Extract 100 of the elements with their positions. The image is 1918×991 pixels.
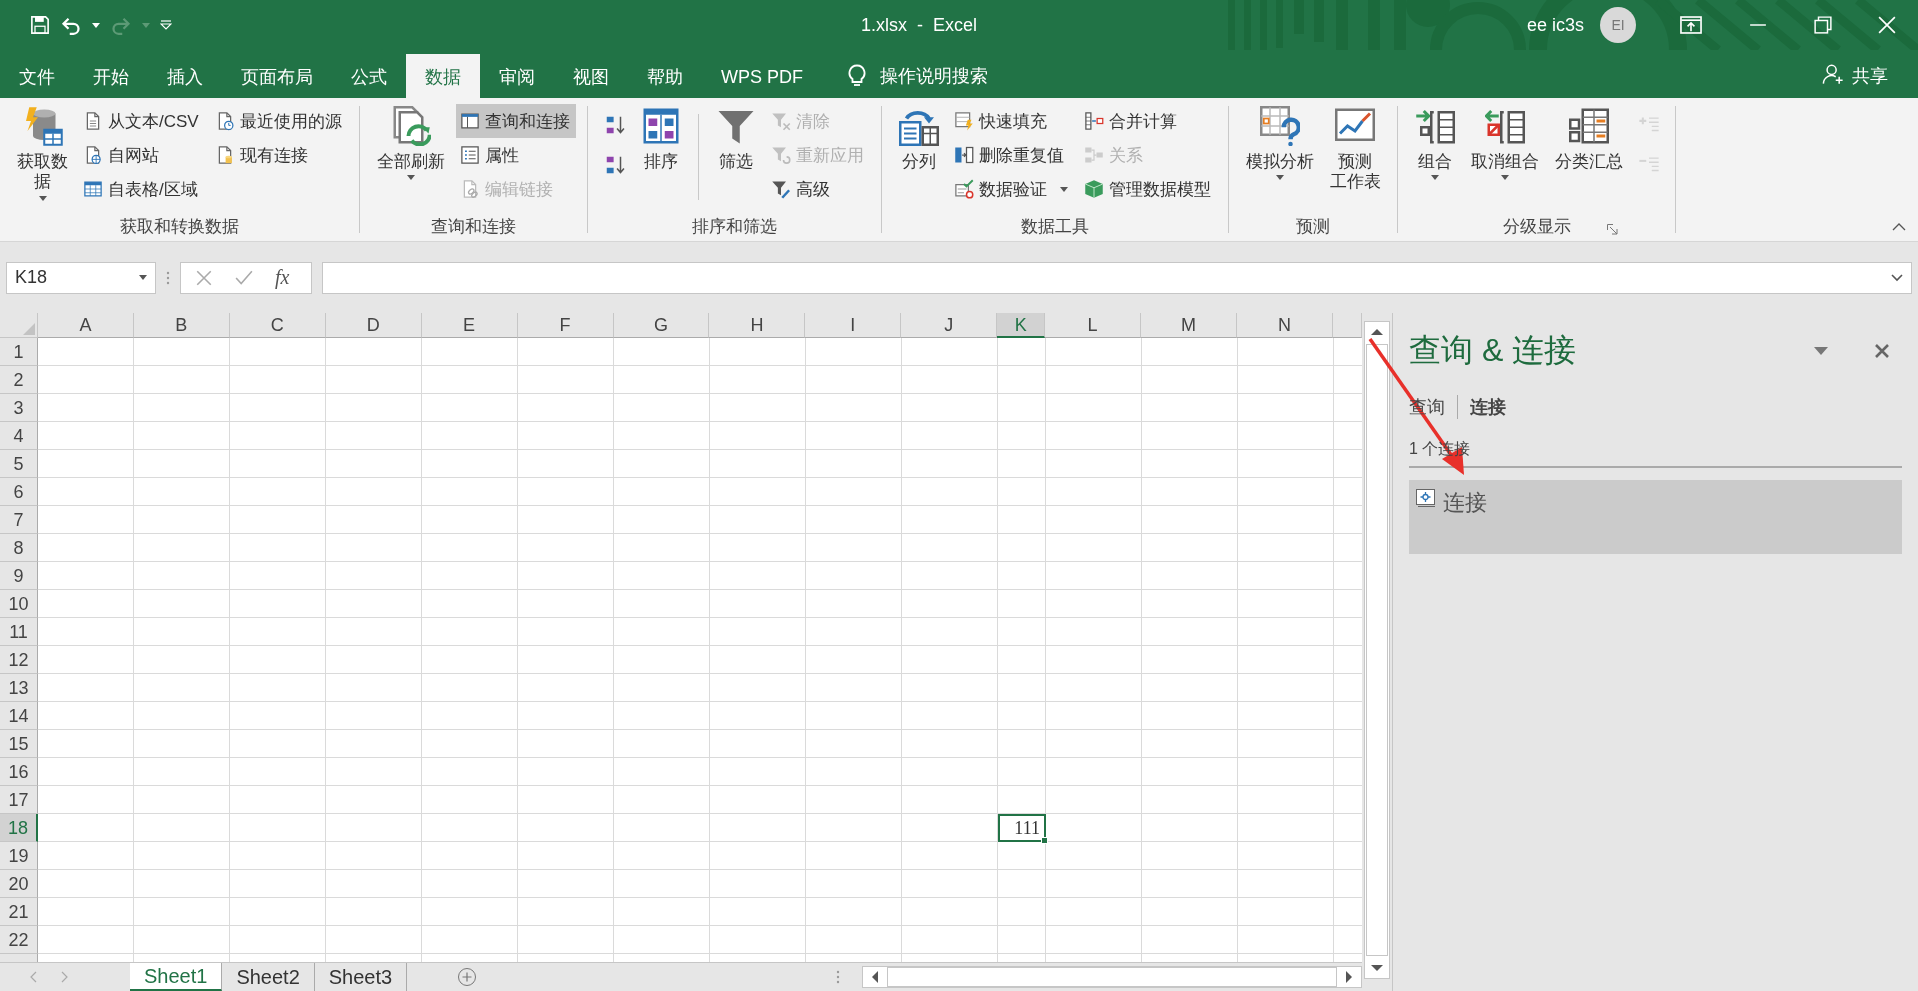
insert-function-button[interactable]: fx bbox=[275, 266, 290, 289]
row-header[interactable]: 2 bbox=[0, 366, 38, 394]
lightbulb-icon[interactable] bbox=[848, 64, 866, 88]
ribbon-button[interactable]: 全部刷新 bbox=[371, 104, 450, 183]
column-header[interactable]: B bbox=[133, 313, 230, 338]
row-header[interactable]: 7 bbox=[0, 506, 38, 534]
ribbon-button[interactable]: 获取数 据 bbox=[12, 104, 73, 203]
row-header[interactable]: 21 bbox=[0, 898, 38, 926]
ribbon-button[interactable]: 组合 bbox=[1409, 104, 1460, 183]
ribbon-tab[interactable]: 帮助 bbox=[628, 50, 702, 98]
scroll-right-icon[interactable] bbox=[1345, 971, 1353, 983]
column-header[interactable]: J bbox=[901, 313, 998, 338]
column-header[interactable]: I bbox=[805, 313, 902, 338]
ribbon-button[interactable]: 快速填充 bbox=[949, 104, 1074, 138]
ribbon-button[interactable]: 排序 bbox=[635, 104, 686, 175]
ribbon-button[interactable]: 查询和连接 bbox=[455, 104, 576, 138]
add-sheet-icon[interactable] bbox=[457, 967, 478, 987]
column-header[interactable]: K bbox=[997, 313, 1046, 338]
ribbon-button[interactable]: 自表格/区域 bbox=[79, 172, 205, 206]
ribbon-button[interactable]: 分类汇总 bbox=[1549, 104, 1628, 175]
row-header[interactable]: 4 bbox=[0, 422, 38, 450]
ribbon-tab[interactable]: 数据 bbox=[406, 54, 480, 98]
ribbon-tab[interactable]: 视图 bbox=[554, 50, 628, 98]
undo-icon[interactable] bbox=[60, 15, 82, 35]
row-header[interactable]: 10 bbox=[0, 590, 38, 618]
share-button[interactable]: 共享 bbox=[1852, 60, 1888, 88]
column-header[interactable]: C bbox=[229, 313, 326, 338]
enter-check-icon[interactable] bbox=[235, 268, 253, 287]
horizontal-scrollbar[interactable] bbox=[862, 966, 1362, 988]
connection-item[interactable]: 连接 bbox=[1409, 480, 1902, 554]
row-header[interactable]: 9 bbox=[0, 562, 38, 590]
ribbon-button[interactable]: 自网站 bbox=[79, 138, 205, 172]
scroll-up-icon[interactable] bbox=[1371, 328, 1383, 336]
row-header[interactable]: 13 bbox=[0, 674, 38, 702]
ribbon-button[interactable]: 分列 bbox=[893, 104, 944, 175]
column-header[interactable]: L bbox=[1045, 313, 1142, 338]
ribbon-display-options-icon[interactable] bbox=[1680, 16, 1702, 34]
ribbon-button[interactable]: 高级 bbox=[766, 172, 870, 206]
row-header[interactable]: 12 bbox=[0, 646, 38, 674]
column-header[interactable]: D bbox=[325, 313, 422, 338]
ribbon-tab[interactable]: 页面布局 bbox=[222, 50, 332, 98]
drag-handle-icon[interactable] bbox=[166, 270, 170, 285]
row-header[interactable]: 19 bbox=[0, 842, 38, 870]
row-header[interactable]: 11 bbox=[0, 618, 38, 646]
column-header[interactable]: E bbox=[421, 313, 518, 338]
sheet-tab[interactable]: Sheet1 bbox=[130, 963, 223, 991]
pane-tab[interactable]: 连接 bbox=[1470, 395, 1506, 419]
row-header[interactable]: 6 bbox=[0, 478, 38, 506]
row-header[interactable]: 15 bbox=[0, 730, 38, 758]
column-header[interactable]: N bbox=[1237, 313, 1333, 338]
ribbon-button[interactable]: 合并计算 bbox=[1079, 104, 1217, 138]
formula-input[interactable] bbox=[322, 261, 1912, 294]
ribbon-button[interactable]: 模拟分析 bbox=[1240, 104, 1319, 183]
column-header[interactable]: M bbox=[1141, 313, 1237, 338]
pane-options-icon[interactable] bbox=[1814, 347, 1828, 355]
save-icon[interactable] bbox=[30, 15, 50, 35]
sheet-tab[interactable]: Sheet2 bbox=[222, 963, 315, 991]
ribbon-button[interactable]: 管理数据模型 bbox=[1079, 172, 1217, 206]
row-header[interactable]: 20 bbox=[0, 870, 38, 898]
person-add-icon[interactable] bbox=[1822, 63, 1844, 85]
ribbon-tab[interactable]: 文件 bbox=[0, 50, 74, 98]
vertical-scrollbar[interactable] bbox=[1364, 321, 1390, 979]
row-header[interactable]: 22 bbox=[0, 926, 38, 954]
sheet-tab[interactable]: Sheet3 bbox=[314, 963, 408, 991]
ribbon-button[interactable]: 数据验证 bbox=[949, 172, 1074, 206]
ribbon-button[interactable]: 取消组合 bbox=[1465, 104, 1544, 183]
restore-icon[interactable] bbox=[1814, 16, 1832, 34]
column-header[interactable]: A bbox=[37, 313, 134, 338]
dialog-launcher-icon[interactable] bbox=[1607, 224, 1619, 235]
row-header[interactable]: 1 bbox=[0, 338, 38, 366]
ribbon-button[interactable]: 属性 bbox=[455, 138, 576, 172]
tell-me-search[interactable]: 操作说明搜索 bbox=[880, 60, 988, 88]
ribbon-button[interactable]: 从文本/CSV bbox=[79, 104, 205, 138]
column-header[interactable]: G bbox=[613, 313, 710, 338]
drag-handle-icon[interactable] bbox=[836, 970, 840, 984]
expand-icon[interactable] bbox=[1891, 273, 1903, 282]
collapse-ribbon-icon[interactable] bbox=[1892, 223, 1906, 231]
ribbon-button[interactable]: 筛选 bbox=[710, 104, 761, 175]
row-header[interactable]: 3 bbox=[0, 394, 38, 422]
ribbon-tab[interactable]: 审阅 bbox=[480, 50, 554, 98]
caret-icon[interactable] bbox=[92, 22, 100, 28]
row-header[interactable]: 5 bbox=[0, 450, 38, 478]
row-header[interactable]: 18 bbox=[0, 814, 38, 842]
ribbon-tab[interactable]: 插入 bbox=[148, 50, 222, 98]
ribbon-button[interactable]: 预测 工作表 bbox=[1324, 104, 1386, 195]
scroll-left-icon[interactable] bbox=[871, 971, 879, 983]
ribbon-button[interactable]: 删除重复值 bbox=[949, 138, 1074, 172]
name-box[interactable]: K18 bbox=[6, 261, 156, 294]
row-header[interactable]: 17 bbox=[0, 786, 38, 814]
row-header[interactable]: 8 bbox=[0, 534, 38, 562]
table-cell[interactable]: 111 bbox=[998, 814, 1046, 842]
customize-toolbar-icon[interactable] bbox=[160, 20, 172, 30]
ribbon-button[interactable]: 最近使用的源 bbox=[210, 104, 348, 138]
row-header[interactable]: 14 bbox=[0, 702, 38, 730]
row-header[interactable]: 16 bbox=[0, 758, 38, 786]
column-header[interactable]: F bbox=[517, 313, 614, 338]
scroll-down-icon[interactable] bbox=[1371, 964, 1383, 972]
ribbon-tab[interactable]: 公式 bbox=[332, 50, 406, 98]
column-header[interactable]: H bbox=[709, 313, 806, 338]
ribbon-button[interactable]: 现有连接 bbox=[210, 138, 348, 172]
